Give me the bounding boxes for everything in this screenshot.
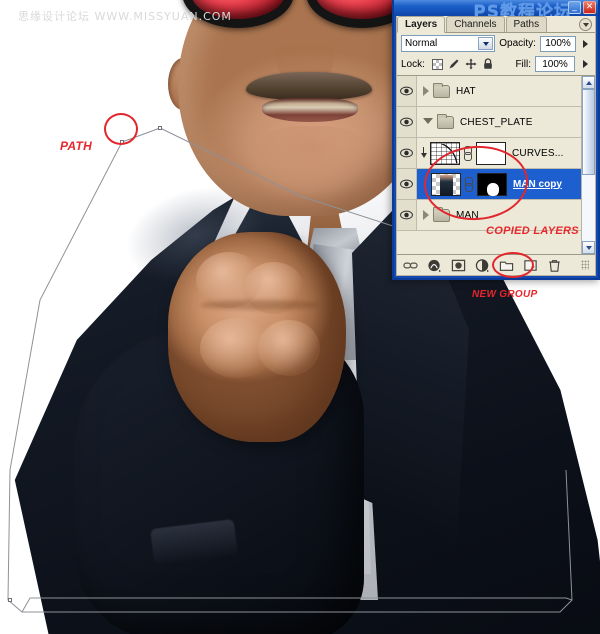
visibility-toggle[interactable] xyxy=(397,200,417,230)
lock-label: Lock: xyxy=(401,58,425,70)
annotation-circle-path xyxy=(104,113,138,145)
visibility-toggle[interactable] xyxy=(397,169,417,199)
lock-row: Lock: Fill: 100% xyxy=(397,54,595,76)
scrollbar-thumb[interactable] xyxy=(582,89,595,175)
layers-panel-window: PS教程论坛 _ ✕ Layers Channels Paths Normal … xyxy=(392,0,600,280)
opacity-slider-arrow-icon[interactable] xyxy=(580,35,591,52)
forum-watermark: 思缘设计论坛 WWW.MISSYUAN.COM xyxy=(18,10,232,23)
tab-layers[interactable]: Layers xyxy=(397,16,446,33)
moustache xyxy=(246,72,372,100)
layer-name: CHEST_PLATE xyxy=(460,116,533,128)
chevron-right-icon[interactable] xyxy=(423,86,429,96)
mouth xyxy=(262,98,358,122)
blend-mode-select[interactable]: Normal xyxy=(401,35,496,52)
lock-transparency-icon[interactable] xyxy=(431,58,443,70)
link-layers-icon[interactable] xyxy=(403,258,418,273)
folder-icon xyxy=(433,82,450,98)
panel-menu-icon[interactable] xyxy=(579,18,592,31)
add-layer-mask-icon[interactable] xyxy=(451,258,466,273)
clipping-mask-arrow-icon xyxy=(420,147,428,159)
lock-position-icon[interactable] xyxy=(465,58,477,70)
finger-shadow xyxy=(200,300,320,310)
fill-slider-arrow-icon[interactable] xyxy=(579,56,591,72)
annotation-label-new-group: NEW GROUP xyxy=(472,289,538,300)
eye-icon xyxy=(400,148,413,158)
chevron-down-icon[interactable] xyxy=(423,118,433,129)
close-icon[interactable]: ✕ xyxy=(583,1,596,14)
eye-icon xyxy=(400,210,413,220)
scroll-down-icon[interactable] xyxy=(582,241,595,254)
path-anchor[interactable] xyxy=(8,598,12,602)
eye-icon xyxy=(400,117,413,127)
layer-style-fx-icon[interactable] xyxy=(427,258,442,273)
chevron-down-icon[interactable] xyxy=(478,37,494,50)
delete-layer-icon[interactable] xyxy=(547,258,562,273)
tab-channels[interactable]: Channels xyxy=(446,16,505,32)
visibility-toggle[interactable] xyxy=(397,76,417,106)
folder-icon xyxy=(437,113,454,129)
panel-resize-grip[interactable] xyxy=(581,260,589,270)
layer-row-chest-plate[interactable]: CHEST_PLATE xyxy=(397,107,581,138)
layer-list-scrollbar[interactable] xyxy=(581,76,595,254)
scroll-up-icon[interactable] xyxy=(582,76,595,89)
tab-paths[interactable]: Paths xyxy=(505,16,548,32)
lock-image-icon[interactable] xyxy=(448,58,460,70)
fill-input[interactable]: 100% xyxy=(535,56,575,72)
annotation-label-path: PATH xyxy=(60,139,93,153)
opacity-input[interactable]: 100% xyxy=(539,35,577,52)
layer-name: CURVES... xyxy=(512,147,564,159)
layers-panel-body: Layers Channels Paths Normal Opacity: 10… xyxy=(396,16,596,276)
fill-label: Fill: xyxy=(515,58,531,70)
minimize-icon[interactable]: _ xyxy=(568,1,581,14)
blend-mode-value: Normal xyxy=(405,38,438,49)
opacity-label: Opacity: xyxy=(499,38,536,49)
window-title-bar[interactable]: PS教程论坛 _ ✕ xyxy=(394,0,598,22)
lock-icon-group xyxy=(431,58,494,70)
scrollbar-track[interactable] xyxy=(582,89,595,241)
eye-icon xyxy=(400,179,413,189)
chin xyxy=(252,126,372,196)
layer-name: HAT xyxy=(456,85,476,97)
layer-row-hat[interactable]: HAT xyxy=(397,76,581,107)
visibility-toggle[interactable] xyxy=(397,107,417,137)
adjustment-layer-icon[interactable] xyxy=(475,258,490,273)
window-controls: _ ✕ xyxy=(568,1,596,14)
annotation-circle-new-group xyxy=(492,252,534,278)
lock-all-icon[interactable] xyxy=(482,58,494,70)
visibility-toggle[interactable] xyxy=(397,138,417,168)
blend-mode-row: Normal Opacity: 100% xyxy=(397,33,595,54)
chevron-right-icon[interactable] xyxy=(423,210,429,220)
path-anchor[interactable] xyxy=(158,126,162,130)
knuckle xyxy=(258,320,320,376)
panel-tab-row: Layers Channels Paths xyxy=(397,16,595,33)
eye-icon xyxy=(400,86,413,96)
annotation-label-copied-layers: COPIED LAYERS xyxy=(486,225,579,237)
